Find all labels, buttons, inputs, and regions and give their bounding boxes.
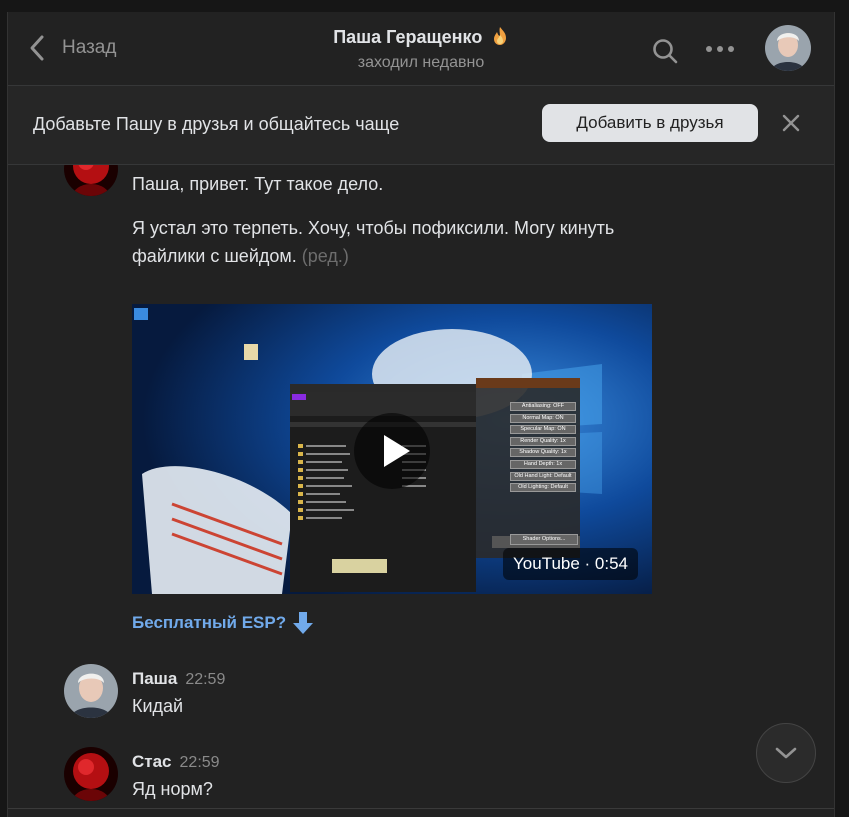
menu-item: Normal Map: ON xyxy=(510,413,576,423)
add-friend-button[interactable]: Добавить в друзья xyxy=(542,104,758,142)
menu-item: Antialiasing: OFF xyxy=(510,402,576,411)
menu-item: Render Quality: 1x xyxy=(510,436,576,446)
chevron-down-icon xyxy=(775,747,797,759)
add-friend-banner: Добавьте Пашу в друзья и общайтесь чаще … xyxy=(8,86,834,165)
video-duration-badge: YouTube · 0:54 xyxy=(503,548,638,580)
chat-header: Назад Паша Геращенко заходил недавно xyxy=(8,12,834,86)
profile-photo xyxy=(64,747,118,801)
search-icon[interactable] xyxy=(652,38,678,64)
video-attachment[interactable]: Antialiasing: OFF Normal Map: ON Specula… xyxy=(132,304,652,594)
banner-text: Добавьте Пашу в друзья и общайтесь чаще xyxy=(33,114,400,134)
play-icon[interactable] xyxy=(354,413,430,489)
menu-item: Hand Depth: 1x xyxy=(510,459,576,469)
menu-item: Shader Options... xyxy=(510,534,578,545)
menu-item: Specular Map: ON xyxy=(510,425,576,435)
arrow-down-icon xyxy=(293,612,314,634)
edited-label: (ред.) xyxy=(301,246,349,266)
avatar[interactable] xyxy=(64,747,118,801)
shader-menu: Antialiasing: OFF Normal Map: ON Specula… xyxy=(510,402,576,495)
divider xyxy=(8,808,834,809)
scroll-down-button[interactable] xyxy=(756,723,816,783)
message-text: Яд норм? xyxy=(132,779,213,799)
message-author: Стас 22:59 xyxy=(132,752,220,771)
online-status: заходил недавно xyxy=(357,54,485,71)
message-text: Паша, привет. Тут такое дело. xyxy=(132,174,384,194)
page-title: Паша Геращенко xyxy=(333,27,483,47)
profile-photo xyxy=(765,25,811,71)
message-time: 22:59 xyxy=(185,671,226,688)
menu-item: Old Lighting: Default xyxy=(510,483,576,493)
message-author: Паша 22:59 xyxy=(132,669,226,688)
message-time: 22:59 xyxy=(179,754,220,771)
message-text: Кидай xyxy=(132,696,184,716)
more-icon[interactable] xyxy=(705,44,735,54)
avatar[interactable] xyxy=(765,25,811,71)
close-icon[interactable] xyxy=(780,112,802,134)
message-text: Я устал это терпеть. Хочу, чтобы пофикси… xyxy=(132,218,615,266)
chat-panel: Назад Паша Геращенко заходил недавно Доб… xyxy=(7,12,835,817)
profile-photo xyxy=(64,664,118,718)
menu-item: Shadow Quality: 1x xyxy=(510,448,576,458)
avatar[interactable] xyxy=(64,664,118,718)
menu-item: Old Hand Light: Default xyxy=(510,471,576,481)
video-title-link[interactable]: Бесплатный ESP? xyxy=(132,610,314,636)
fire-icon xyxy=(493,27,506,45)
